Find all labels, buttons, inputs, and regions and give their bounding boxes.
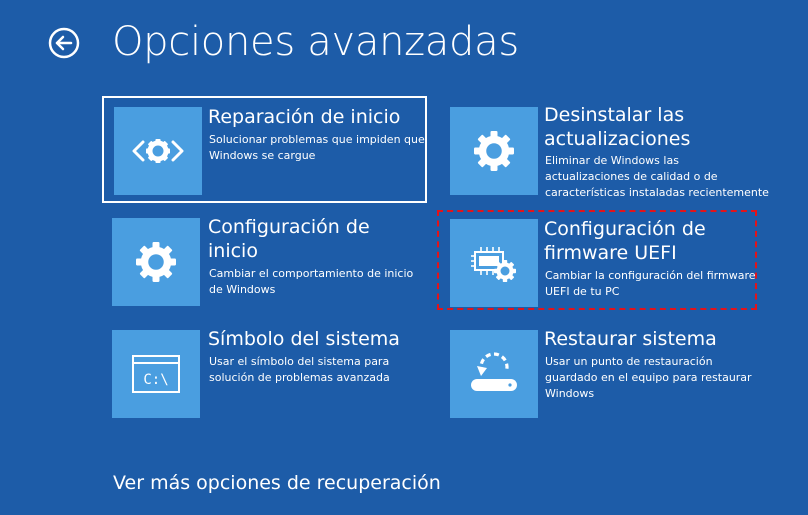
gear-icon bbox=[474, 131, 514, 171]
option-description: Solucionar problemas que impiden que Win… bbox=[209, 133, 425, 162]
option-tile: C:\ bbox=[112, 330, 200, 418]
firmware-chip-gear-icon bbox=[471, 247, 516, 282]
system-restore-icon bbox=[471, 352, 517, 391]
option-title: Reparación de inicio bbox=[208, 106, 401, 128]
option-tile bbox=[112, 218, 200, 306]
more-recovery-options-link[interactable]: Ver más opciones de recuperación bbox=[113, 470, 441, 496]
startup-repair-icon bbox=[132, 139, 184, 163]
page-title: Opciones avanzadas bbox=[112, 19, 519, 65]
option-uefi-firmware-settings[interactable]: Configuración de firmware UEFI Cambiar l… bbox=[437, 210, 757, 310]
option-description: Usar un punto de restauración guardado e… bbox=[545, 355, 752, 400]
back-button[interactable] bbox=[48, 27, 80, 59]
command-prompt-icon: C:\ bbox=[132, 355, 180, 393]
option-tile bbox=[450, 219, 538, 307]
option-startup-settings[interactable]: Configuración de inicio Cambiar el compo… bbox=[102, 208, 427, 313]
option-description: Usar el símbolo del sistema para solució… bbox=[209, 355, 390, 384]
option-title: Restaurar sistema bbox=[544, 328, 717, 350]
option-title: Símbolo del sistema bbox=[208, 328, 400, 350]
option-title: Desinstalar las actualizaciones bbox=[544, 104, 691, 150]
option-title: Configuración de firmware UEFI bbox=[544, 218, 706, 264]
option-tile bbox=[114, 107, 202, 195]
back-arrow-circle-icon bbox=[48, 27, 80, 59]
option-uninstall-updates[interactable]: Desinstalar las actualizaciones Eliminar… bbox=[438, 96, 769, 208]
option-tile bbox=[450, 107, 538, 195]
option-description: Cambiar el comportamiento de inicio de W… bbox=[209, 267, 414, 296]
option-tile bbox=[450, 330, 538, 418]
option-description: Cambiar la configuración del firmware UE… bbox=[545, 269, 756, 298]
option-title: Configuración de inicio bbox=[208, 216, 370, 262]
command-prompt-icon-text: C:\ bbox=[143, 372, 168, 388]
option-startup-repair[interactable]: Reparación de inicio Solucionar problema… bbox=[102, 96, 427, 203]
option-command-prompt[interactable]: C:\ Símbolo del sistema Usar el símbolo … bbox=[102, 320, 427, 425]
option-description: Eliminar de Windows las actualizaciones … bbox=[545, 154, 769, 199]
gear-icon bbox=[136, 242, 176, 282]
option-system-restore[interactable]: Restaurar sistema Usar un punto de resta… bbox=[438, 320, 763, 425]
